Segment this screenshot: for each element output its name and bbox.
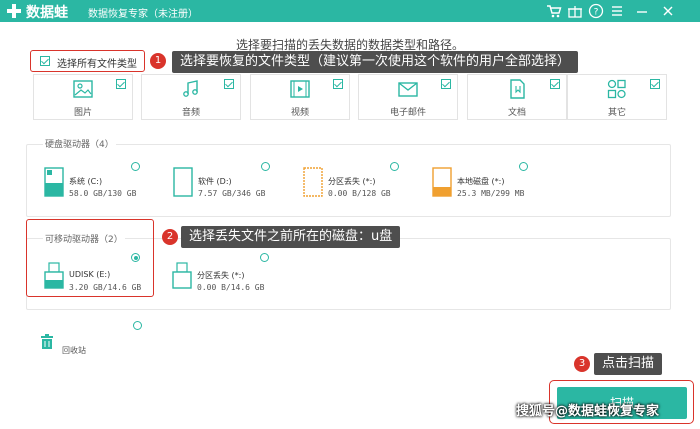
gift-icon[interactable] <box>567 3 583 19</box>
file-type-label: 视频 <box>290 108 309 118</box>
drive-radio-removable-lost-partition[interactable] <box>260 253 269 262</box>
drive-item-local-disk[interactable]: 本地磁盘 (*:) 25.3 MB/299 MB <box>432 167 542 201</box>
recycle-bin-icon[interactable] <box>40 334 54 350</box>
file-type-checkbox[interactable] <box>650 79 660 89</box>
drive-name: UDISK (E:) <box>69 270 111 279</box>
svg-text:?: ? <box>594 8 599 18</box>
system-drive-icon <box>44 167 64 197</box>
drive-item-lost-partition[interactable]: 分区丢失 (*:) 0.00 B/128 GB <box>303 167 413 201</box>
drive-name: 分区丢失 (*:) <box>197 271 245 280</box>
file-type-checkbox[interactable] <box>550 79 560 89</box>
menu-icon[interactable] <box>609 3 625 19</box>
image-icon <box>73 80 93 98</box>
app-logo-icon <box>7 4 21 18</box>
drive-size: 3.20 GB/14.6 GB <box>69 283 142 292</box>
file-type-label: 音频 <box>181 108 200 118</box>
drive-radio-c[interactable] <box>131 162 140 171</box>
file-type-label: 图片 <box>73 108 92 118</box>
drive-size: 7.57 GB/346 GB <box>198 189 266 198</box>
drive-radio-lost-partition[interactable] <box>390 162 399 171</box>
annotation-number-2: 2 <box>162 229 178 245</box>
recycle-bin-radio[interactable] <box>133 321 142 330</box>
drive-size: 25.3 MB/299 MB <box>457 189 525 198</box>
app-name: 数据蛙 <box>26 5 68 21</box>
file-type-document[interactable]: 文档 <box>467 74 567 120</box>
removable-drive-title: 可移动驱动器（2） <box>43 232 125 245</box>
annotation-number-1: 1 <box>150 53 166 69</box>
title-bar: 数据蛙 数据恢复专家（未注册） ? <box>0 0 700 22</box>
app-subtitle: 数据恢复专家（未注册） <box>88 9 198 20</box>
select-all-checkbox[interactable]: 选择所有文件类型 <box>30 50 145 72</box>
drive-name: 分区丢失 (*:) <box>328 177 376 186</box>
drive-item-removable-lost-partition[interactable]: 分区丢失 (*:) 0.00 B/14.6 GB <box>172 261 282 293</box>
drive-item-udisk[interactable]: UDISK (E:) 3.20 GB/14.6 GB <box>44 261 149 293</box>
email-icon <box>398 82 418 97</box>
usb-drive-icon <box>44 262 64 289</box>
file-type-email[interactable]: 电子邮件 <box>358 74 458 120</box>
drive-name: 系统 (C:) <box>69 177 103 186</box>
file-type-checkbox[interactable] <box>116 79 126 89</box>
cart-icon[interactable] <box>546 3 562 19</box>
local-disk-icon <box>432 167 452 197</box>
drive-name: 本地磁盘 (*:) <box>457 177 505 186</box>
recycle-bin-label: 回收站 <box>62 346 86 355</box>
annotation-callout-2: 选择丢失文件之前所在的磁盘：u盘 <box>181 226 401 248</box>
file-type-label: 其它 <box>607 108 626 118</box>
music-icon <box>183 80 198 97</box>
help-icon[interactable]: ? <box>588 3 604 19</box>
minimize-icon[interactable] <box>634 3 650 19</box>
drive-size: 58.0 GB/130 GB <box>69 189 137 198</box>
file-type-checkbox[interactable] <box>441 79 451 89</box>
select-all-label: 选择所有文件类型 <box>57 59 137 70</box>
drive-name: 软件 (D:) <box>198 177 232 186</box>
drive-item-c[interactable]: 系统 (C:) 58.0 GB/130 GB <box>44 167 154 201</box>
drive-size: 0.00 B/14.6 GB <box>197 283 265 292</box>
file-type-checkbox[interactable] <box>333 79 343 89</box>
file-type-other[interactable]: 其它 <box>567 74 667 120</box>
usb-drive-icon <box>172 262 192 289</box>
select-all-check-icon[interactable] <box>40 56 50 66</box>
watermark-text: 搜狐号@数据蛙恢复专家 <box>516 404 660 419</box>
drive-size: 0.00 B/128 GB <box>328 189 391 198</box>
file-type-audio[interactable]: 音频 <box>141 74 241 120</box>
drive-radio-d[interactable] <box>261 162 270 171</box>
video-icon <box>290 80 310 98</box>
close-icon[interactable] <box>660 3 676 19</box>
annotation-callout-1: 选择要恢复的文件类型（建议第一次使用这个软件的用户全部选择） <box>172 51 579 73</box>
document-icon <box>510 79 525 99</box>
file-type-label: 文档 <box>507 108 526 118</box>
annotation-callout-3: 点击扫描 <box>594 353 663 375</box>
other-icon <box>607 79 626 99</box>
annotation-number-3: 3 <box>574 356 590 372</box>
drive-radio-local-disk[interactable] <box>519 162 528 171</box>
drive-radio-udisk[interactable] <box>131 253 140 262</box>
lost-partition-icon <box>303 167 323 197</box>
drive-item-d[interactable]: 软件 (D:) 7.57 GB/346 GB <box>173 167 283 201</box>
file-type-video[interactable]: 视频 <box>250 74 350 120</box>
file-type-image[interactable]: 图片 <box>33 74 133 120</box>
file-type-label: 电子邮件 <box>389 108 426 118</box>
file-type-checkbox[interactable] <box>224 79 234 89</box>
hard-drive-title: 硬盘驱动器（4） <box>43 137 116 150</box>
drive-icon <box>173 167 193 197</box>
